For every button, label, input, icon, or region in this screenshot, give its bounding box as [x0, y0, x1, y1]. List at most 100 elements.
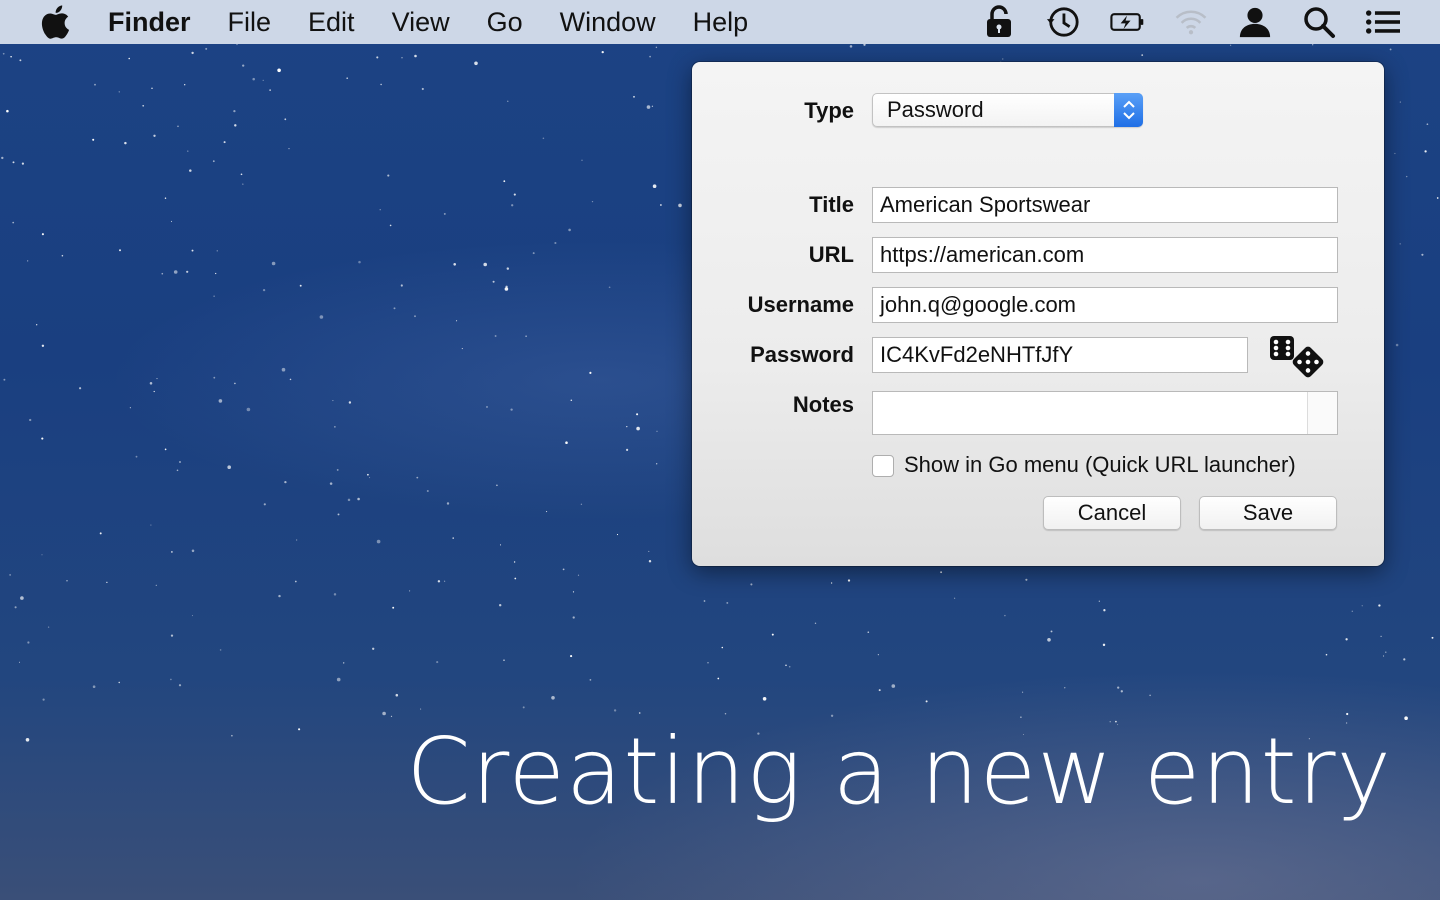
- star: [47, 626, 50, 628]
- cancel-button[interactable]: Cancel: [1043, 496, 1181, 530]
- star: [19, 59, 22, 62]
- star: [189, 169, 192, 172]
- star: [514, 577, 517, 580]
- star: [357, 497, 360, 501]
- apple-icon[interactable]: [40, 5, 70, 39]
- star: [61, 254, 64, 257]
- menu-edit[interactable]: Edit: [308, 0, 355, 44]
- star: [456, 320, 458, 322]
- show-in-go-label[interactable]: Show in Go menu (Quick URL launcher): [904, 452, 1296, 478]
- star: [155, 584, 157, 586]
- star: [474, 61, 478, 66]
- star: [1395, 343, 1399, 347]
- notes-scrollbar[interactable]: [1307, 392, 1337, 434]
- lock-icon[interactable]: [982, 5, 1016, 39]
- show-in-go-checkbox[interactable]: [872, 455, 894, 477]
- list-icon[interactable]: [1366, 5, 1400, 39]
- star: [1424, 150, 1427, 153]
- dice-icon[interactable]: [1268, 334, 1328, 380]
- star: [613, 709, 617, 712]
- star: [581, 159, 583, 161]
- star: [437, 580, 441, 583]
- menu-finder[interactable]: Finder: [108, 0, 191, 44]
- star: [503, 659, 505, 661]
- star: [6, 109, 9, 113]
- star: [503, 180, 506, 183]
- menu-window[interactable]: Window: [560, 0, 656, 44]
- star: [416, 476, 419, 479]
- star: [1378, 604, 1381, 607]
- user-icon[interactable]: [1238, 5, 1272, 39]
- menu-help[interactable]: Help: [693, 0, 749, 44]
- url-field[interactable]: https://american.com: [872, 237, 1338, 273]
- star: [92, 685, 96, 688]
- star: [336, 677, 341, 682]
- type-select[interactable]: Password: [872, 93, 1143, 127]
- star: [401, 57, 403, 59]
- star: [636, 413, 639, 416]
- star: [184, 84, 186, 86]
- notes-field[interactable]: [872, 391, 1338, 435]
- caption-text: Creating a new entry: [406, 718, 1392, 825]
- star: [171, 551, 173, 553]
- star: [164, 197, 167, 199]
- star: [269, 89, 271, 91]
- type-label: Type: [804, 98, 854, 123]
- chevron-up-down-icon: [1114, 93, 1143, 127]
- star: [505, 285, 508, 288]
- title-field[interactable]: American Sportswear: [872, 187, 1338, 223]
- star: [494, 335, 497, 337]
- star: [1229, 44, 1232, 46]
- username-field[interactable]: john.q@google.com: [872, 287, 1338, 323]
- star: [299, 284, 302, 287]
- star: [358, 260, 361, 264]
- star: [414, 54, 417, 58]
- star: [452, 537, 454, 539]
- star: [234, 382, 236, 385]
- star: [218, 399, 223, 403]
- star: [589, 371, 592, 374]
- star: [176, 469, 179, 472]
- star: [25, 738, 30, 742]
- star: [234, 124, 237, 127]
- star: [1325, 653, 1328, 656]
- time-machine-icon[interactable]: [1046, 5, 1080, 39]
- status-icons: [982, 0, 1400, 44]
- star: [41, 437, 44, 440]
- star: [271, 261, 276, 266]
- star: [242, 64, 245, 67]
- star: [252, 77, 255, 81]
- star: [572, 591, 575, 593]
- wifi-icon[interactable]: [1174, 5, 1208, 39]
- menu-go[interactable]: Go: [487, 0, 523, 44]
- star: [216, 250, 218, 252]
- star: [213, 295, 215, 297]
- star: [27, 641, 30, 644]
- star: [41, 233, 44, 236]
- star: [513, 193, 516, 196]
- battery-charging-icon[interactable]: [1110, 5, 1144, 39]
- star: [284, 118, 287, 121]
- search-icon[interactable]: [1302, 5, 1336, 39]
- star: [129, 407, 131, 409]
- star: [343, 662, 345, 664]
- star: [525, 335, 527, 337]
- star: [542, 137, 545, 140]
- menu-view[interactable]: View: [392, 0, 450, 44]
- star: [601, 50, 604, 54]
- star: [830, 582, 833, 584]
- star: [329, 482, 333, 485]
- type-select-value: Password: [887, 97, 984, 122]
- star: [1047, 638, 1051, 642]
- password-field[interactable]: IC4KvFd2eNHTfJfY: [872, 337, 1248, 373]
- star: [223, 141, 226, 144]
- star: [426, 489, 429, 493]
- star: [660, 204, 662, 206]
- star: [389, 224, 392, 227]
- star: [648, 559, 652, 563]
- star: [1361, 605, 1363, 607]
- menu-file[interactable]: File: [228, 0, 272, 44]
- star: [492, 280, 495, 283]
- star: [21, 162, 24, 165]
- save-button[interactable]: Save: [1199, 496, 1337, 530]
